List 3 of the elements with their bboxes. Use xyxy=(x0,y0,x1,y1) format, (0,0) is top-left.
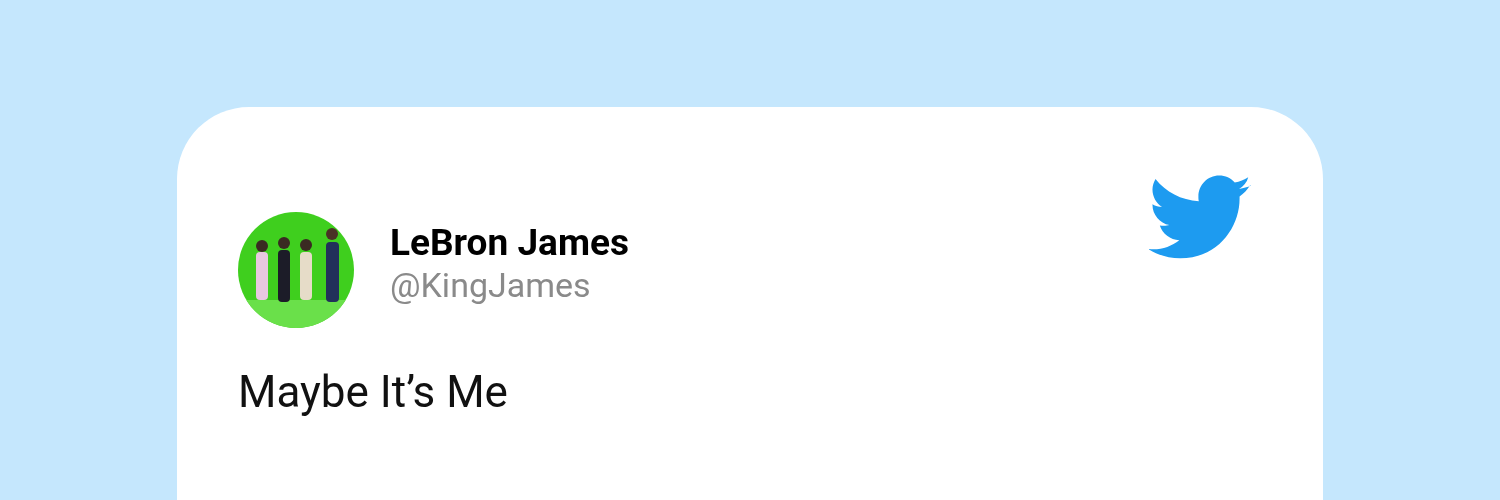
author-name: LeBron James xyxy=(390,221,630,265)
tweet-text: Maybe It’s Me xyxy=(238,366,509,418)
author-handle: @KingJames xyxy=(390,265,592,305)
